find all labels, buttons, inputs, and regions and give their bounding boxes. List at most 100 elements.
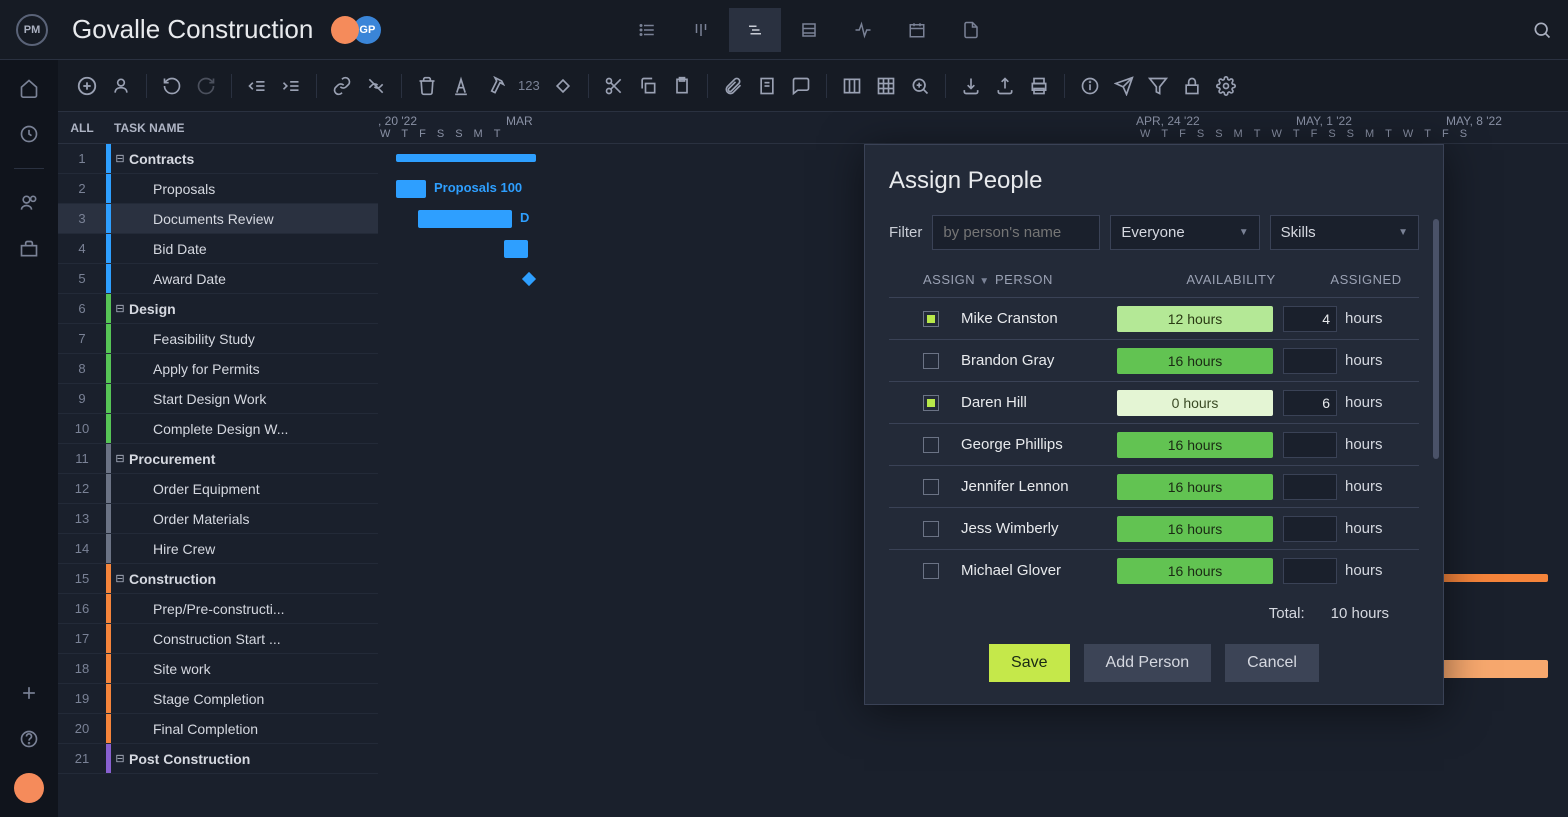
expand-toggle[interactable]: ⊟ bbox=[111, 752, 129, 765]
task-row[interactable]: 2 Proposals bbox=[58, 174, 378, 204]
col-availability[interactable]: AVAILABILITY bbox=[1151, 272, 1311, 287]
copy-icon[interactable] bbox=[633, 71, 663, 101]
sort-down-icon[interactable]: ▼ bbox=[979, 276, 989, 287]
task-row[interactable]: 9 Start Design Work bbox=[58, 384, 378, 414]
task-row[interactable]: 13 Order Materials bbox=[58, 504, 378, 534]
current-user-avatar[interactable] bbox=[14, 773, 44, 803]
expand-toggle[interactable]: ⊟ bbox=[111, 152, 129, 165]
milestone-marker-icon[interactable] bbox=[520, 270, 538, 288]
hours-input[interactable] bbox=[1283, 390, 1337, 416]
settings-icon[interactable] bbox=[1211, 71, 1241, 101]
assign-checkbox[interactable] bbox=[923, 563, 939, 579]
task-row[interactable]: 11 ⊟ Procurement bbox=[58, 444, 378, 474]
assign-person-icon[interactable] bbox=[106, 71, 136, 101]
assign-checkbox[interactable] bbox=[923, 521, 939, 537]
task-row[interactable]: 1 ⊟ Contracts bbox=[58, 144, 378, 174]
task-row[interactable]: 7 Feasibility Study bbox=[58, 324, 378, 354]
task-row[interactable]: 21 ⊟ Post Construction bbox=[58, 744, 378, 774]
filter-everyone-select[interactable]: Everyone▼ bbox=[1110, 215, 1259, 250]
hours-input[interactable] bbox=[1283, 516, 1337, 542]
view-board-icon[interactable] bbox=[675, 8, 727, 52]
clock-icon[interactable] bbox=[17, 122, 41, 146]
add-person-button[interactable]: Add Person bbox=[1084, 644, 1212, 682]
hours-input[interactable] bbox=[1283, 474, 1337, 500]
task-row[interactable]: 20 Final Completion bbox=[58, 714, 378, 744]
attach-icon[interactable] bbox=[718, 71, 748, 101]
grid-icon[interactable] bbox=[871, 71, 901, 101]
gantt-bar-bid[interactable] bbox=[504, 240, 528, 258]
columns-icon[interactable] bbox=[837, 71, 867, 101]
task-row[interactable]: 8 Apply for Permits bbox=[58, 354, 378, 384]
hours-input[interactable] bbox=[1283, 558, 1337, 584]
column-all[interactable]: ALL bbox=[58, 121, 106, 135]
task-row[interactable]: 4 Bid Date bbox=[58, 234, 378, 264]
avatar-stack[interactable]: GP bbox=[331, 16, 381, 44]
col-assigned[interactable]: ASSIGNED bbox=[1311, 272, 1411, 287]
add-task-icon[interactable] bbox=[72, 71, 102, 101]
clear-format-icon[interactable] bbox=[480, 71, 510, 101]
print-icon[interactable] bbox=[1024, 71, 1054, 101]
import-icon[interactable] bbox=[956, 71, 986, 101]
indent-icon[interactable] bbox=[276, 71, 306, 101]
gantt-bar-contracts[interactable] bbox=[396, 154, 536, 162]
add-icon[interactable] bbox=[17, 681, 41, 705]
milestone-icon[interactable] bbox=[548, 71, 578, 101]
gantt-bar-documents[interactable] bbox=[418, 210, 512, 228]
col-person[interactable]: PERSON bbox=[995, 272, 1151, 287]
task-row[interactable]: 17 Construction Start ... bbox=[58, 624, 378, 654]
column-task-name[interactable]: TASK NAME bbox=[106, 121, 184, 135]
outdent-icon[interactable] bbox=[242, 71, 272, 101]
paste-icon[interactable] bbox=[667, 71, 697, 101]
delete-icon[interactable] bbox=[412, 71, 442, 101]
search-icon[interactable] bbox=[1532, 20, 1552, 40]
modal-scrollbar[interactable] bbox=[1433, 219, 1439, 539]
view-calendar-icon[interactable] bbox=[891, 8, 943, 52]
task-row[interactable]: 16 Prep/Pre-constructi... bbox=[58, 594, 378, 624]
help-icon[interactable] bbox=[17, 727, 41, 751]
send-icon[interactable] bbox=[1109, 71, 1139, 101]
task-row[interactable]: 5 Award Date bbox=[58, 264, 378, 294]
text-color-icon[interactable] bbox=[446, 71, 476, 101]
people-icon[interactable] bbox=[17, 191, 41, 215]
unlink-icon[interactable] bbox=[361, 71, 391, 101]
note-icon[interactable] bbox=[752, 71, 782, 101]
task-row[interactable]: 14 Hire Crew bbox=[58, 534, 378, 564]
zoom-icon[interactable] bbox=[905, 71, 935, 101]
hours-input[interactable] bbox=[1283, 348, 1337, 374]
number-format-label[interactable]: 123 bbox=[514, 78, 544, 93]
view-sheet-icon[interactable] bbox=[783, 8, 835, 52]
link-icon[interactable] bbox=[327, 71, 357, 101]
view-list-icon[interactable] bbox=[621, 8, 673, 52]
view-activity-icon[interactable] bbox=[837, 8, 889, 52]
gantt-bar-proposals[interactable] bbox=[396, 180, 426, 198]
comment-icon[interactable] bbox=[786, 71, 816, 101]
hours-input[interactable] bbox=[1283, 432, 1337, 458]
task-row[interactable]: 3 Documents Review bbox=[58, 204, 378, 234]
task-row[interactable]: 12 Order Equipment bbox=[58, 474, 378, 504]
assign-checkbox[interactable] bbox=[923, 353, 939, 369]
cut-icon[interactable] bbox=[599, 71, 629, 101]
hours-input[interactable] bbox=[1283, 306, 1337, 332]
app-logo[interactable]: PM bbox=[16, 14, 48, 46]
task-row[interactable]: 6 ⊟ Design bbox=[58, 294, 378, 324]
briefcase-icon[interactable] bbox=[17, 237, 41, 261]
assign-checkbox[interactable] bbox=[923, 437, 939, 453]
expand-toggle[interactable]: ⊟ bbox=[111, 572, 129, 585]
filter-icon[interactable] bbox=[1143, 71, 1173, 101]
task-row[interactable]: 19 Stage Completion bbox=[58, 684, 378, 714]
col-assign[interactable]: ASSIGN bbox=[923, 272, 975, 287]
task-row[interactable]: 18 Site work bbox=[58, 654, 378, 684]
assign-checkbox[interactable] bbox=[923, 479, 939, 495]
task-row[interactable]: 15 ⊟ Construction bbox=[58, 564, 378, 594]
undo-icon[interactable] bbox=[157, 71, 187, 101]
view-gantt-icon[interactable] bbox=[729, 8, 781, 52]
lock-icon[interactable] bbox=[1177, 71, 1207, 101]
task-row[interactable]: 10 Complete Design W... bbox=[58, 414, 378, 444]
avatar-user-1[interactable] bbox=[331, 16, 359, 44]
expand-toggle[interactable]: ⊟ bbox=[111, 302, 129, 315]
home-icon[interactable] bbox=[17, 76, 41, 100]
filter-name-input[interactable] bbox=[932, 215, 1100, 250]
export-icon[interactable] bbox=[990, 71, 1020, 101]
view-files-icon[interactable] bbox=[945, 8, 997, 52]
cancel-button[interactable]: Cancel bbox=[1225, 644, 1319, 682]
